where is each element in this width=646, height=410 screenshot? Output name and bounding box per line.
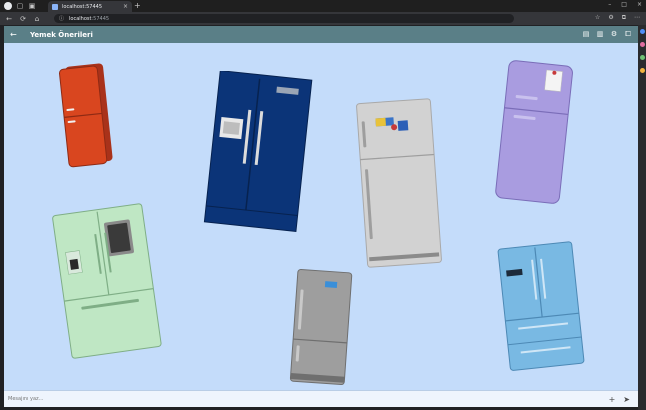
- url-host: localhost: [69, 15, 92, 22]
- silver-fridge-image[interactable]: [350, 95, 448, 271]
- gray-fridge-image[interactable]: [284, 267, 358, 389]
- send-button[interactable]: ➤: [623, 395, 630, 404]
- workspaces-icon[interactable]: ▢: [16, 2, 24, 10]
- minimize-button[interactable]: –: [608, 1, 611, 8]
- chat-icon[interactable]: ▤: [582, 30, 590, 38]
- gear-icon[interactable]: ⚙: [610, 30, 618, 38]
- browser-window: ▢ ▣ localhost:57445 × + – □ × ← ⟳ ⌂ ⓘ lo…: [0, 0, 646, 410]
- browser-tab[interactable]: localhost:57445 ×: [48, 1, 132, 12]
- purple-fridge-image[interactable]: [488, 57, 580, 209]
- menu-icon[interactable]: ⋯: [634, 14, 640, 22]
- address-bar[interactable]: ⓘ localhost :57445: [54, 14, 514, 23]
- add-attachment-button[interactable]: +: [609, 395, 616, 404]
- tab-title: localhost:57445: [62, 3, 103, 10]
- fridge-scene: [4, 43, 638, 390]
- maximize-button[interactable]: □: [621, 1, 627, 8]
- tab-close-icon[interactable]: ×: [123, 3, 128, 10]
- back-button[interactable]: ←: [10, 30, 20, 39]
- close-window-button[interactable]: ×: [637, 1, 642, 8]
- toolbar-actions: ☆ ⚙ ⧉ ⋯: [595, 14, 640, 22]
- tools-icon[interactable]: [639, 55, 645, 60]
- window-controls: – □ ×: [608, 1, 642, 8]
- shopping-icon[interactable]: [639, 42, 645, 47]
- games-icon[interactable]: [639, 68, 645, 73]
- navy-fridge-image[interactable]: [200, 71, 316, 233]
- extensions-icon[interactable]: ⚙: [608, 14, 613, 22]
- app-bar: ← Yemek Önerileri ▤ ▥ ⚙ ⧠: [4, 26, 638, 43]
- browser-toolbar: ← ⟳ ⌂ ⓘ localhost :57445 ☆ ⚙ ⧉ ⋯: [0, 12, 646, 25]
- profile-avatar[interactable]: [4, 2, 12, 10]
- blue-fridge-image[interactable]: [492, 237, 592, 375]
- favorite-icon[interactable]: ☆: [595, 14, 600, 22]
- reload-button[interactable]: ⟳: [18, 15, 28, 23]
- tab-favicon-icon: [52, 3, 58, 10]
- green-fridge-image[interactable]: [48, 203, 166, 361]
- home-button[interactable]: ⌂: [32, 15, 42, 23]
- tab-actions-icon[interactable]: ▣: [28, 2, 36, 10]
- appbar-actions: ▤ ▥ ⚙ ⧠: [582, 30, 632, 39]
- page-title: Yemek Önerileri: [30, 30, 93, 39]
- message-composer: + ➤: [4, 390, 638, 407]
- collections-icon[interactable]: ⧉: [622, 14, 626, 22]
- side-panel-strip: [638, 25, 646, 410]
- new-tab-button[interactable]: +: [134, 1, 141, 10]
- url-port: :57445: [91, 15, 110, 22]
- red-fridge-image[interactable]: [56, 59, 118, 171]
- tab-strip: ▢ ▣ localhost:57445 × + – □ ×: [0, 0, 646, 12]
- expand-icon[interactable]: ⧠: [624, 30, 632, 38]
- book-icon[interactable]: ▥: [596, 30, 604, 38]
- site-info-icon[interactable]: ⓘ: [59, 15, 64, 22]
- back-nav-button[interactable]: ←: [4, 15, 14, 23]
- app-container: ← Yemek Önerileri ▤ ▥ ⚙ ⧠ Mesajını yaz..…: [4, 26, 638, 407]
- copilot-icon[interactable]: [639, 29, 645, 34]
- message-input[interactable]: [4, 393, 609, 405]
